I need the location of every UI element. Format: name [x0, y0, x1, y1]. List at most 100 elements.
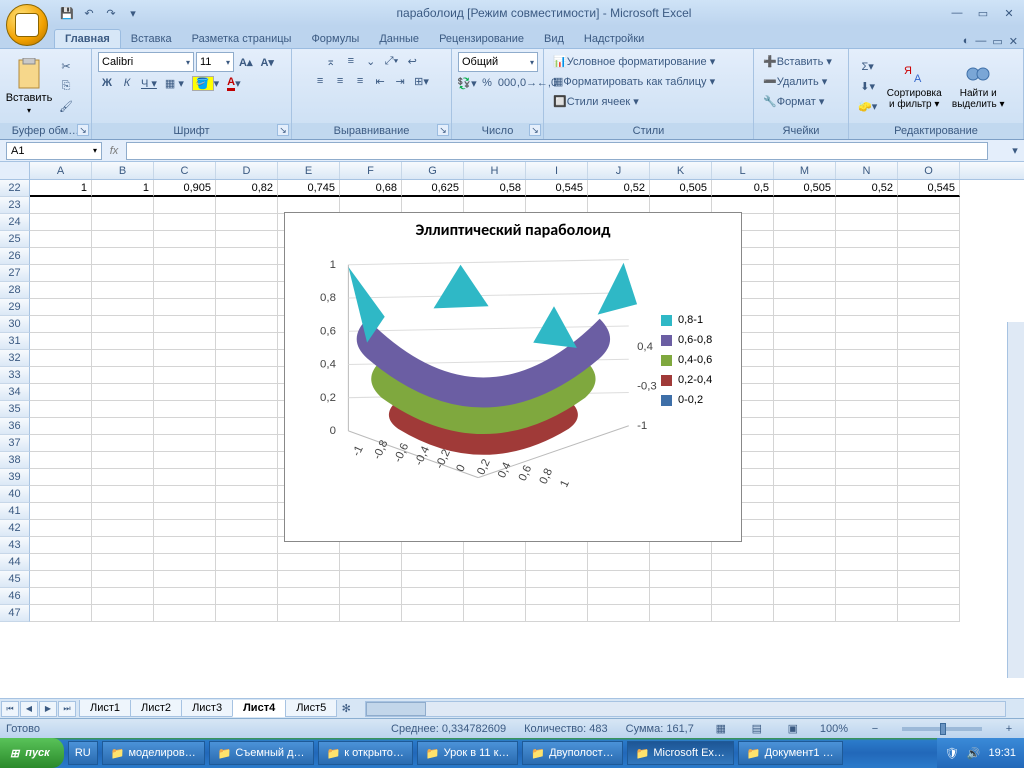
- tab-data[interactable]: Данные: [369, 30, 429, 48]
- cell[interactable]: [92, 537, 154, 554]
- cell[interactable]: [154, 350, 216, 367]
- column-header[interactable]: M: [774, 162, 836, 179]
- undo-icon[interactable]: ↶: [80, 5, 98, 21]
- cell[interactable]: [340, 605, 402, 622]
- qat-more-icon[interactable]: ▾: [124, 5, 142, 21]
- fill-icon[interactable]: ⬇▾: [855, 77, 880, 95]
- tab-insert[interactable]: Вставка: [121, 30, 182, 48]
- cell[interactable]: [898, 605, 960, 622]
- cell[interactable]: [216, 197, 278, 214]
- tray-icon[interactable]: 🛡: [945, 747, 959, 760]
- row-header[interactable]: 33: [0, 367, 30, 384]
- cell[interactable]: [30, 469, 92, 486]
- view-layout-icon[interactable]: ▤: [748, 720, 766, 738]
- wrap-text-icon[interactable]: ↩: [403, 52, 421, 70]
- row-header[interactable]: 36: [0, 418, 30, 435]
- cell[interactable]: [216, 486, 278, 503]
- cell[interactable]: [154, 197, 216, 214]
- cell[interactable]: [836, 469, 898, 486]
- cell[interactable]: [402, 554, 464, 571]
- cell[interactable]: [774, 214, 836, 231]
- format-painter-icon[interactable]: 🖌: [56, 97, 76, 115]
- column-header[interactable]: N: [836, 162, 898, 179]
- sheet-tab[interactable]: Лист3: [181, 700, 233, 717]
- column-header[interactable]: E: [278, 162, 340, 179]
- cell[interactable]: [216, 214, 278, 231]
- cell[interactable]: [92, 333, 154, 350]
- cell[interactable]: [92, 452, 154, 469]
- indent-dec-icon[interactable]: ⇤: [371, 72, 389, 90]
- font-color-button[interactable]: A▾: [224, 74, 243, 92]
- cell[interactable]: [898, 282, 960, 299]
- cell[interactable]: [216, 418, 278, 435]
- cell[interactable]: [30, 265, 92, 282]
- cell[interactable]: [898, 214, 960, 231]
- cell[interactable]: [526, 588, 588, 605]
- cell[interactable]: 1: [92, 180, 154, 197]
- column-header[interactable]: B: [92, 162, 154, 179]
- cell[interactable]: [836, 537, 898, 554]
- cell[interactable]: [30, 299, 92, 316]
- cell[interactable]: [154, 299, 216, 316]
- row-header[interactable]: 34: [0, 384, 30, 401]
- row-header[interactable]: 24: [0, 214, 30, 231]
- clear-icon[interactable]: 🧽▾: [855, 97, 880, 115]
- cell[interactable]: [30, 520, 92, 537]
- column-header[interactable]: L: [712, 162, 774, 179]
- cell[interactable]: [898, 486, 960, 503]
- cell[interactable]: [526, 571, 588, 588]
- cell[interactable]: [774, 299, 836, 316]
- horizontal-scrollbar[interactable]: [365, 701, 1006, 717]
- cell[interactable]: [464, 588, 526, 605]
- cell[interactable]: [774, 418, 836, 435]
- cell[interactable]: [92, 367, 154, 384]
- cell[interactable]: [92, 520, 154, 537]
- cell[interactable]: [30, 452, 92, 469]
- row-header[interactable]: 27: [0, 265, 30, 282]
- cell[interactable]: [30, 537, 92, 554]
- cell[interactable]: [836, 350, 898, 367]
- cell[interactable]: [30, 333, 92, 350]
- formula-bar[interactable]: [126, 142, 988, 160]
- cell[interactable]: [154, 588, 216, 605]
- close-button[interactable]: ✕: [998, 5, 1020, 21]
- doc-minimize-button[interactable]: —: [975, 35, 986, 48]
- cell[interactable]: [402, 571, 464, 588]
- cell[interactable]: [30, 231, 92, 248]
- taskbar-item[interactable]: 📁Двуполост…: [522, 741, 622, 765]
- cell[interactable]: [30, 367, 92, 384]
- cell[interactable]: [712, 605, 774, 622]
- cell[interactable]: [836, 248, 898, 265]
- insert-cells-button[interactable]: ➕ Вставить ▾: [760, 52, 835, 70]
- cell[interactable]: [774, 350, 836, 367]
- row-header[interactable]: 26: [0, 248, 30, 265]
- align-launcher[interactable]: ↘: [437, 124, 449, 136]
- cell[interactable]: [92, 571, 154, 588]
- cell[interactable]: [154, 452, 216, 469]
- border-button[interactable]: ▦ ▾: [162, 74, 187, 92]
- cell[interactable]: [464, 571, 526, 588]
- cell[interactable]: [526, 554, 588, 571]
- cell[interactable]: [30, 435, 92, 452]
- cell-styles-button[interactable]: 🔲 Стили ячеек ▾: [550, 92, 642, 110]
- cell[interactable]: [154, 316, 216, 333]
- worksheet-grid[interactable]: ABCDEFGHIJKLMNO 22110,9050,820,7450,680,…: [0, 162, 1024, 718]
- cell[interactable]: [712, 588, 774, 605]
- row-header[interactable]: 28: [0, 282, 30, 299]
- cell[interactable]: [898, 588, 960, 605]
- cell[interactable]: [92, 418, 154, 435]
- row-header[interactable]: 30: [0, 316, 30, 333]
- tab-page-layout[interactable]: Разметка страницы: [182, 30, 302, 48]
- save-icon[interactable]: 💾: [58, 5, 76, 21]
- cell[interactable]: [712, 571, 774, 588]
- cell[interactable]: [898, 231, 960, 248]
- cell[interactable]: [154, 537, 216, 554]
- indent-inc-icon[interactable]: ⇥: [391, 72, 409, 90]
- cell[interactable]: [154, 214, 216, 231]
- cell[interactable]: [836, 554, 898, 571]
- cell[interactable]: [898, 350, 960, 367]
- cell[interactable]: [154, 401, 216, 418]
- number-format-combo[interactable]: ▾: [458, 52, 538, 72]
- cell[interactable]: [278, 605, 340, 622]
- cell[interactable]: 1: [30, 180, 92, 197]
